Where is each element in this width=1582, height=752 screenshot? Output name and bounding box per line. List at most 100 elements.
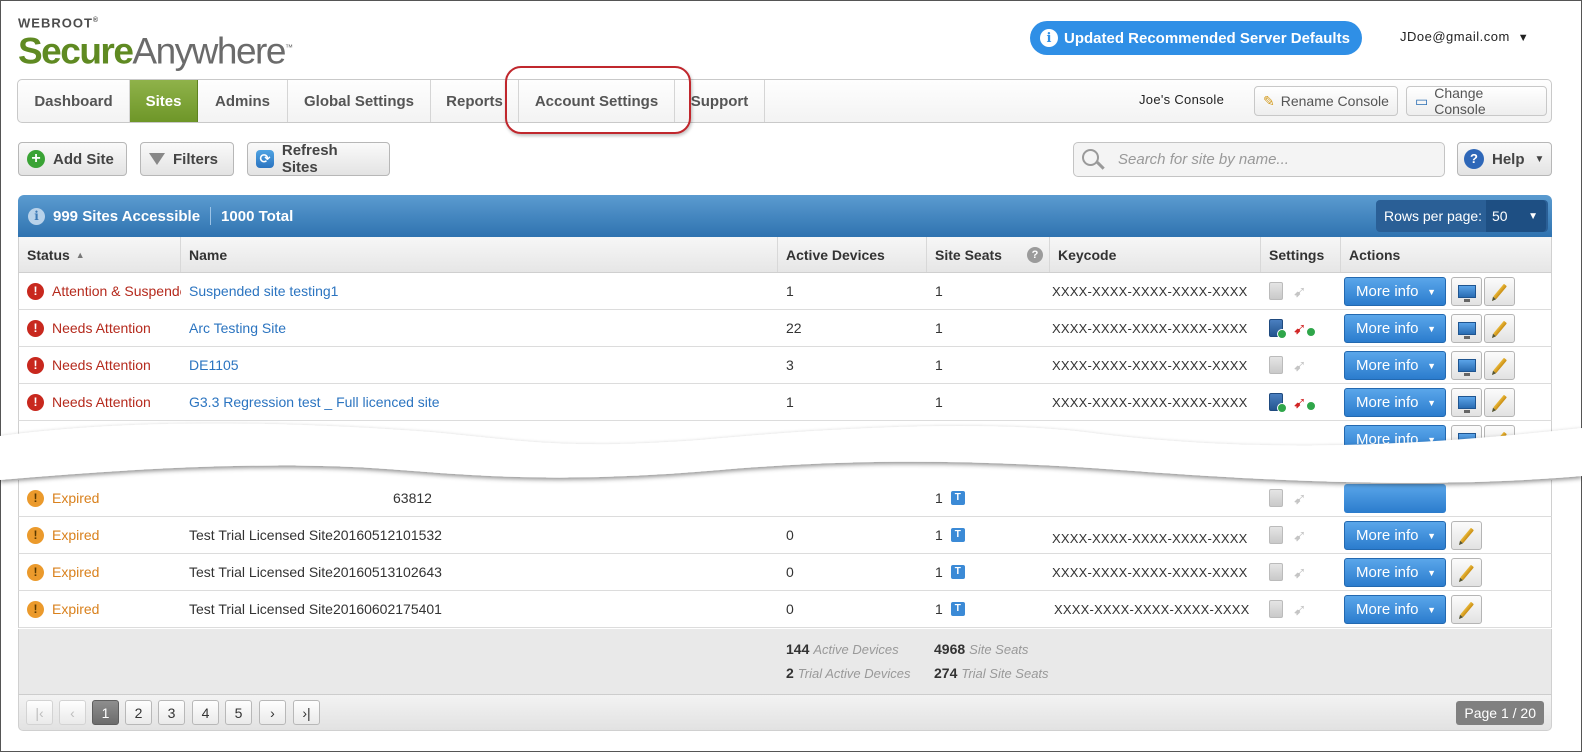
tab-global-settings[interactable]: Global Settings — [288, 80, 431, 122]
more-info-button[interactable]: More info ▼ — [1344, 351, 1446, 380]
policy-icon[interactable] — [1269, 600, 1283, 618]
more-info-button[interactable]: More info ▼ — [1344, 595, 1446, 624]
rows-per-page-select[interactable]: 50 ▼ — [1486, 200, 1546, 232]
page-button[interactable]: 4 — [192, 700, 219, 725]
edit-button[interactable] — [1484, 388, 1515, 417]
policy-icon[interactable] — [1269, 563, 1283, 581]
tab-admins[interactable]: Admins — [198, 80, 288, 122]
tab-support[interactable]: Support — [675, 80, 765, 122]
more-info-button[interactable]: More info ▼ — [1344, 388, 1446, 417]
prev-page-button[interactable]: ‹ — [59, 700, 86, 725]
site-name-link[interactable]: Arc Testing Site — [189, 310, 769, 346]
edit-button[interactable] — [1484, 351, 1515, 380]
active-devices-cell: 22 — [786, 320, 802, 336]
rename-console-label: Rename Console — [1280, 93, 1389, 109]
col-site-seats[interactable]: Site Seats? — [927, 237, 1050, 272]
help-icon[interactable]: ? — [1027, 247, 1043, 263]
col-keycode[interactable]: Keycode — [1050, 237, 1261, 272]
monitor-icon — [1457, 359, 1476, 376]
table-row: ! Needs Attention DE1105 3 1 XXXX-XXXX-XX… — [18, 347, 1552, 384]
user-email: JDoe@gmail.com — [1400, 29, 1510, 44]
policy-icon[interactable] — [1269, 356, 1283, 374]
tab-account-settings[interactable]: Account Settings — [519, 80, 675, 122]
caret-down-icon: ▼ — [1534, 153, 1545, 165]
main-nav: Dashboard Sites Admins Global Settings R… — [17, 79, 1552, 123]
active-devices-cell: 1 — [786, 394, 794, 410]
change-console-button[interactable]: ▭ Change Console — [1406, 85, 1547, 117]
status-cell: ! Needs Attention — [27, 347, 181, 383]
status-cell: ! Expired — [27, 517, 181, 553]
refresh-icon: ⟳ — [256, 150, 274, 168]
rename-console-button[interactable]: ✎ Rename Console — [1254, 86, 1398, 116]
refresh-sites-label: Refresh Sites — [281, 142, 338, 176]
status-cell: ! Expired — [27, 554, 181, 590]
site-name: Test Trial Licensed Site20160513102643 — [189, 564, 442, 580]
pencil-icon — [1459, 527, 1474, 544]
more-info-button[interactable]: More info ▼ — [1344, 521, 1446, 550]
site-name-link[interactable]: Suspended site testing1 — [189, 273, 769, 309]
policy-icon[interactable] — [1269, 393, 1287, 413]
trial-badge: T — [950, 528, 965, 542]
edit-button[interactable] — [1451, 558, 1482, 587]
col-active-devices[interactable]: Active Devices — [778, 237, 927, 272]
rows-per-page-label: Rows per page: — [1384, 208, 1483, 224]
warning-icon: ! — [27, 489, 44, 507]
console-button[interactable] — [1451, 277, 1482, 306]
user-menu[interactable]: JDoe@gmail.com ▼ — [1400, 29, 1529, 44]
col-name[interactable]: Name — [181, 237, 778, 272]
pin-icon[interactable]: ➹ — [1293, 319, 1316, 338]
table-header: Status ▲ Name Active Devices Site Seats? … — [18, 237, 1552, 273]
caret-down-icon: ▼ — [1517, 32, 1530, 44]
more-info-button[interactable]: More info ▼ — [1344, 558, 1446, 587]
search-input[interactable] — [1116, 150, 1436, 169]
col-settings: Settings — [1261, 237, 1341, 272]
refresh-sites-button[interactable]: ⟳ Refresh Sites — [247, 142, 390, 176]
info-icon: i — [1040, 29, 1058, 47]
policy-icon[interactable] — [1269, 489, 1283, 507]
filters-button[interactable]: Filters — [140, 142, 234, 176]
site-name-link[interactable]: G3.3 Regression test _ Full licenced sit… — [189, 384, 769, 420]
pin-icon[interactable]: ➹ — [1293, 393, 1316, 412]
console-button[interactable] — [1451, 351, 1482, 380]
pin-icon[interactable]: ➹ — [1293, 600, 1313, 619]
page-button[interactable]: 5 — [225, 700, 252, 725]
pin-icon[interactable]: ➹ — [1293, 282, 1313, 301]
edit-button[interactable] — [1484, 314, 1515, 343]
console-button[interactable] — [1451, 388, 1482, 417]
help-button[interactable]: ? Help ▼ — [1457, 142, 1552, 176]
tab-sites[interactable]: Sites — [130, 80, 198, 122]
tab-reports[interactable]: Reports — [431, 80, 519, 122]
monitor-icon — [1457, 285, 1476, 302]
first-page-button[interactable]: |‹ — [26, 700, 53, 725]
table-row: ! Attention & Suspended Suspended site te… — [18, 273, 1552, 310]
warning-icon: ! — [27, 526, 44, 544]
page-button[interactable]: 1 — [92, 700, 119, 725]
edit-button[interactable] — [1451, 595, 1482, 624]
edit-button[interactable] — [1484, 277, 1515, 306]
more-info-button[interactable]: More info ▼ — [1344, 314, 1446, 343]
caret-down-icon: ▼ — [1427, 286, 1436, 297]
page-button[interactable]: 2 — [125, 700, 152, 725]
next-page-button[interactable]: › — [259, 700, 286, 725]
col-status[interactable]: Status ▲ — [19, 237, 181, 272]
trial-badge: T — [950, 602, 965, 616]
policy-icon[interactable] — [1269, 282, 1283, 300]
server-defaults-notice[interactable]: i Updated Recommended Server Defaults — [1030, 21, 1362, 55]
sort-asc-icon: ▲ — [75, 249, 85, 260]
pin-icon[interactable]: ➹ — [1293, 563, 1313, 582]
policy-icon[interactable] — [1269, 319, 1287, 339]
console-button[interactable] — [1451, 314, 1482, 343]
edit-button[interactable] — [1451, 521, 1482, 550]
pin-icon[interactable]: ➹ — [1293, 526, 1313, 545]
more-info-button[interactable]: More info ▼ — [1344, 277, 1446, 306]
last-page-button[interactable]: ›| — [293, 700, 320, 725]
page-button[interactable]: 3 — [158, 700, 185, 725]
pin-icon[interactable]: ➹ — [1293, 356, 1313, 375]
tab-dashboard[interactable]: Dashboard — [18, 80, 130, 122]
policy-icon[interactable] — [1269, 526, 1283, 544]
site-name-link[interactable]: DE1105 — [189, 347, 769, 383]
question-icon: ? — [1464, 149, 1484, 169]
caret-down-icon: ▼ — [1528, 210, 1538, 222]
add-site-button[interactable]: + Add Site — [18, 142, 127, 176]
pin-icon[interactable]: ➹ — [1293, 489, 1313, 508]
